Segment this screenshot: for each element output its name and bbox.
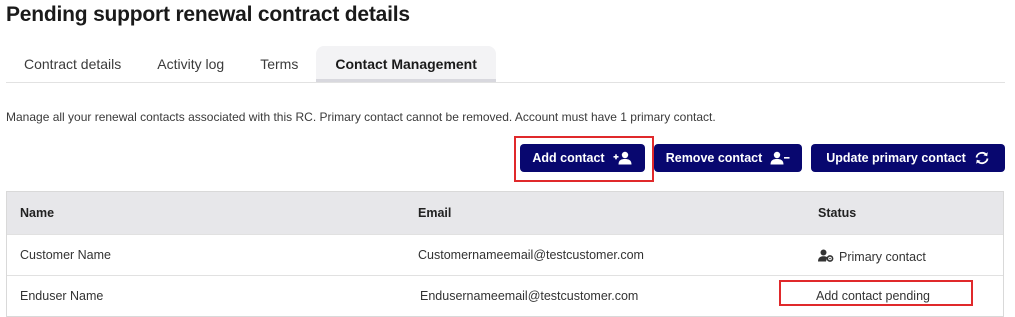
add-contact-button[interactable]: Add contact [520, 144, 645, 172]
update-primary-contact-label: Update primary contact [826, 151, 966, 165]
tab-contact-management[interactable]: Contact Management [316, 46, 496, 82]
remove-contact-label: Remove contact [665, 151, 763, 165]
tab-activity-log[interactable]: Activity log [139, 46, 242, 82]
row-status: Primary contact [818, 249, 926, 265]
header-email: Email [418, 206, 452, 220]
add-user-icon [613, 151, 633, 165]
tab-contract-details[interactable]: Contract details [6, 46, 139, 82]
table-row[interactable]: Customer Name Customernameemail@testcust… [7, 234, 1003, 275]
tab-terms[interactable]: Terms [242, 46, 316, 82]
row-email: Customernameemail@testcustomer.com [418, 248, 644, 262]
remove-contact-button[interactable]: Remove contact [654, 144, 802, 172]
page-title: Pending support renewal contract details [6, 3, 410, 26]
update-primary-contact-button[interactable]: Update primary contact [811, 144, 1005, 172]
status-label: Primary contact [839, 250, 926, 264]
header-name: Name [20, 206, 55, 220]
row-email: Endusernameemail@testcustomer.com [420, 289, 639, 303]
row-name: Customer Name [20, 248, 111, 262]
tab-bar: Contract details Activity log Terms Cont… [6, 46, 1005, 83]
header-status: Status [818, 206, 857, 220]
remove-user-icon [770, 151, 790, 165]
description-text: Manage all your renewal contacts associa… [6, 110, 716, 124]
pending-status-highlight [779, 280, 973, 306]
table-header: Name Email Status [7, 192, 1003, 234]
sync-icon [974, 151, 990, 165]
add-contact-label: Add contact [532, 151, 605, 165]
user-settings-icon [818, 249, 834, 265]
row-name: Enduser Name [20, 289, 104, 303]
